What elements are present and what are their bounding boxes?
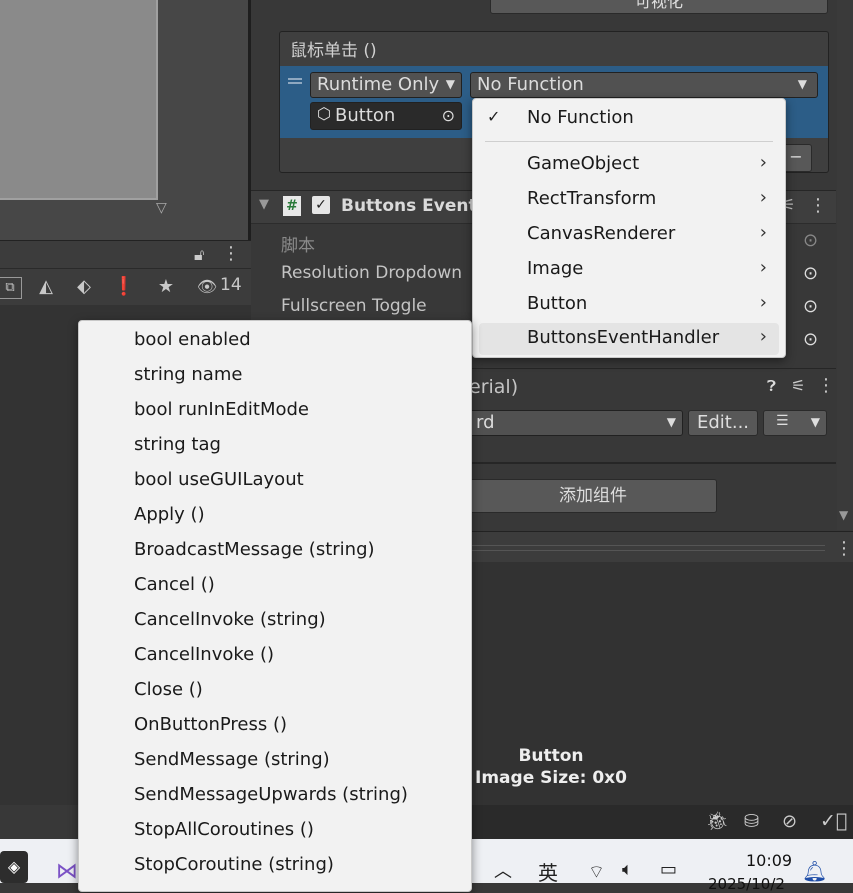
function-dropdown-menu: ✓ No Function GameObject › RectTransform… bbox=[472, 98, 786, 358]
preset-icon[interactable]: ⚟ bbox=[791, 376, 805, 395]
preview-drag-bar[interactable] bbox=[469, 545, 825, 551]
method-item[interactable]: StopCoroutine (string) bbox=[134, 854, 334, 875]
dropdown-arrow-icon: ▼ bbox=[810, 415, 820, 429]
scene-view[interactable]: ▽ bbox=[0, 0, 248, 240]
cache-server-icon[interactable]: ⛁ bbox=[744, 811, 759, 832]
notification-bell-icon[interactable]: 🔔︎ bbox=[802, 859, 827, 883]
clock-time[interactable]: 10:09 bbox=[746, 851, 792, 870]
canvas-rect bbox=[0, 0, 158, 200]
tag-icon[interactable]: ⬖ bbox=[70, 273, 98, 301]
project-header: 🔓︎ ⋮ bbox=[0, 240, 252, 269]
project-toolbar: ⧉ ◭ ⬖ ❗ ★ 👁︎ 14 bbox=[0, 268, 252, 306]
chevron-right-icon: › bbox=[759, 257, 767, 278]
foldout-arrow-icon[interactable]: ▼ bbox=[259, 197, 269, 212]
list-icon: ☰ bbox=[776, 413, 789, 429]
shader-dropdown[interactable]: rd ▼ bbox=[469, 410, 683, 436]
menu-item-buttonseventhandler[interactable]: ButtonsEventHandler › bbox=[479, 323, 779, 355]
runtime-mode-dropdown[interactable]: Runtime Only ▼ bbox=[310, 72, 462, 98]
method-item[interactable]: CancelInvoke (string) bbox=[134, 609, 326, 630]
method-item[interactable]: string tag bbox=[134, 434, 221, 455]
debug-bug-icon[interactable]: 🐞︎ bbox=[706, 811, 729, 832]
menu-separator bbox=[485, 141, 773, 142]
menu-item-no-function[interactable]: ✓ No Function bbox=[473, 99, 785, 137]
clock-date[interactable]: 2025/10/2 bbox=[708, 875, 785, 893]
unity-app-icon[interactable]: ◈ bbox=[0, 851, 28, 883]
help-icon[interactable]: ❓︎ bbox=[767, 377, 776, 395]
checkmark-icon: ✓ bbox=[487, 107, 501, 126]
add-component-button[interactable]: 添加组件 bbox=[469, 479, 717, 513]
dropdown-arrow-icon: ▼ bbox=[666, 415, 676, 429]
edit-button[interactable]: Edit... bbox=[688, 410, 758, 436]
chevron-right-icon: › bbox=[759, 292, 767, 313]
chevron-right-icon: › bbox=[759, 326, 767, 347]
method-item[interactable]: BroadcastMessage (string) bbox=[134, 539, 375, 560]
event-header: 鼠标单击 () bbox=[290, 41, 377, 61]
method-item[interactable]: SendMessage (string) bbox=[134, 749, 330, 770]
lock-icon[interactable]: 🔓︎ bbox=[194, 245, 204, 265]
chevron-right-icon: › bbox=[759, 222, 767, 243]
wifi-icon[interactable]: ⌔ bbox=[588, 861, 605, 884]
battery-icon[interactable]: ▭ bbox=[660, 859, 677, 880]
editor-status-bar: 🐞︎ ⛁ ⊘ ✓⃝ bbox=[470, 805, 853, 839]
kebab-menu-icon[interactable]: ⋮ bbox=[222, 243, 240, 264]
chevron-right-icon: › bbox=[759, 187, 767, 208]
visualize-button[interactable]: 可视化 bbox=[490, 0, 828, 14]
object-picker-icon[interactable]: ⊙ bbox=[803, 329, 818, 350]
target-object-field[interactable]: ⬡ Button ⊙ bbox=[310, 102, 462, 130]
cube-icon: ⬡ bbox=[317, 104, 331, 123]
enabled-checkbox[interactable]: ✓ bbox=[312, 196, 330, 214]
menu-item-canvasrenderer[interactable]: CanvasRenderer › bbox=[473, 219, 785, 251]
menu-item-image[interactable]: Image › bbox=[473, 254, 785, 286]
object-picker-icon[interactable]: ⊙ bbox=[803, 230, 818, 251]
status-check-icon[interactable]: ✓⃝ bbox=[820, 810, 847, 832]
eye-icon[interactable]: 👁︎ bbox=[192, 273, 222, 301]
inspector-scrollbar[interactable]: ▼ bbox=[837, 0, 853, 530]
dropdown-arrow-icon: ▼ bbox=[797, 77, 807, 91]
dropdown-arrow-icon: ▼ bbox=[445, 77, 455, 91]
method-item[interactable]: OnButtonPress () bbox=[134, 714, 287, 735]
show-hidden-icons-icon[interactable]: ︿ bbox=[494, 857, 512, 883]
drag-handle-icon[interactable] bbox=[288, 78, 302, 80]
method-item[interactable]: Apply () bbox=[134, 504, 205, 525]
visual-studio-icon[interactable]: ⋈ bbox=[56, 859, 78, 884]
method-submenu: bool enabled string name bool runInEditM… bbox=[78, 320, 472, 892]
volume-icon[interactable]: 🔈︎ bbox=[622, 859, 633, 880]
resolution-dropdown-label: Resolution Dropdown bbox=[281, 263, 462, 283]
menu-item-recttransform[interactable]: RectTransform › bbox=[473, 184, 785, 216]
warning-icon[interactable]: ❗ bbox=[110, 273, 138, 301]
script-icon: # bbox=[283, 196, 301, 216]
component-title: Buttons Event bbox=[341, 196, 477, 216]
method-item[interactable]: bool enabled bbox=[134, 329, 251, 350]
method-item[interactable]: bool runInEditMode bbox=[134, 399, 309, 420]
method-item[interactable]: Close () bbox=[134, 679, 203, 700]
canvas-corner-handle[interactable]: ▽ bbox=[156, 200, 167, 216]
function-dropdown[interactable]: No Function ▼ bbox=[470, 72, 818, 98]
method-item[interactable]: Cancel () bbox=[134, 574, 215, 595]
shapes-icon[interactable]: ◭ bbox=[32, 273, 60, 301]
scroll-down-icon[interactable]: ▼ bbox=[839, 508, 848, 522]
method-item[interactable]: bool useGUILayout bbox=[134, 469, 304, 490]
method-item[interactable]: string name bbox=[134, 364, 242, 385]
method-item[interactable]: StopAllCoroutines () bbox=[134, 819, 314, 840]
method-item[interactable]: SendMessageUpwards (string) bbox=[134, 784, 408, 805]
scene-search-icon[interactable]: ⧉ bbox=[0, 277, 22, 299]
fullscreen-toggle-label: Fullscreen Toggle bbox=[281, 296, 427, 316]
kebab-menu-icon[interactable]: ⋮ bbox=[835, 538, 853, 559]
shader-options-button[interactable]: ☰ ▼ bbox=[763, 410, 827, 436]
object-picker-icon[interactable]: ⊙ bbox=[442, 106, 455, 125]
menu-item-button[interactable]: Button › bbox=[473, 289, 785, 321]
kebab-menu-icon[interactable]: ⋮ bbox=[817, 375, 835, 396]
kebab-menu-icon[interactable]: ⋮ bbox=[809, 195, 827, 216]
object-picker-icon[interactable]: ⊙ bbox=[803, 296, 818, 317]
star-icon[interactable]: ★ bbox=[152, 273, 180, 301]
hidden-count: 14 bbox=[220, 275, 242, 295]
chevron-right-icon: › bbox=[759, 152, 767, 173]
method-item[interactable]: CancelInvoke () bbox=[134, 644, 274, 665]
script-label: 脚本 bbox=[281, 236, 315, 256]
object-picker-icon[interactable]: ⊙ bbox=[803, 263, 818, 284]
input-method[interactable]: 英 bbox=[538, 857, 558, 886]
menu-item-gameobject[interactable]: GameObject › bbox=[473, 149, 785, 181]
network-off-icon[interactable]: ⊘ bbox=[782, 811, 797, 832]
